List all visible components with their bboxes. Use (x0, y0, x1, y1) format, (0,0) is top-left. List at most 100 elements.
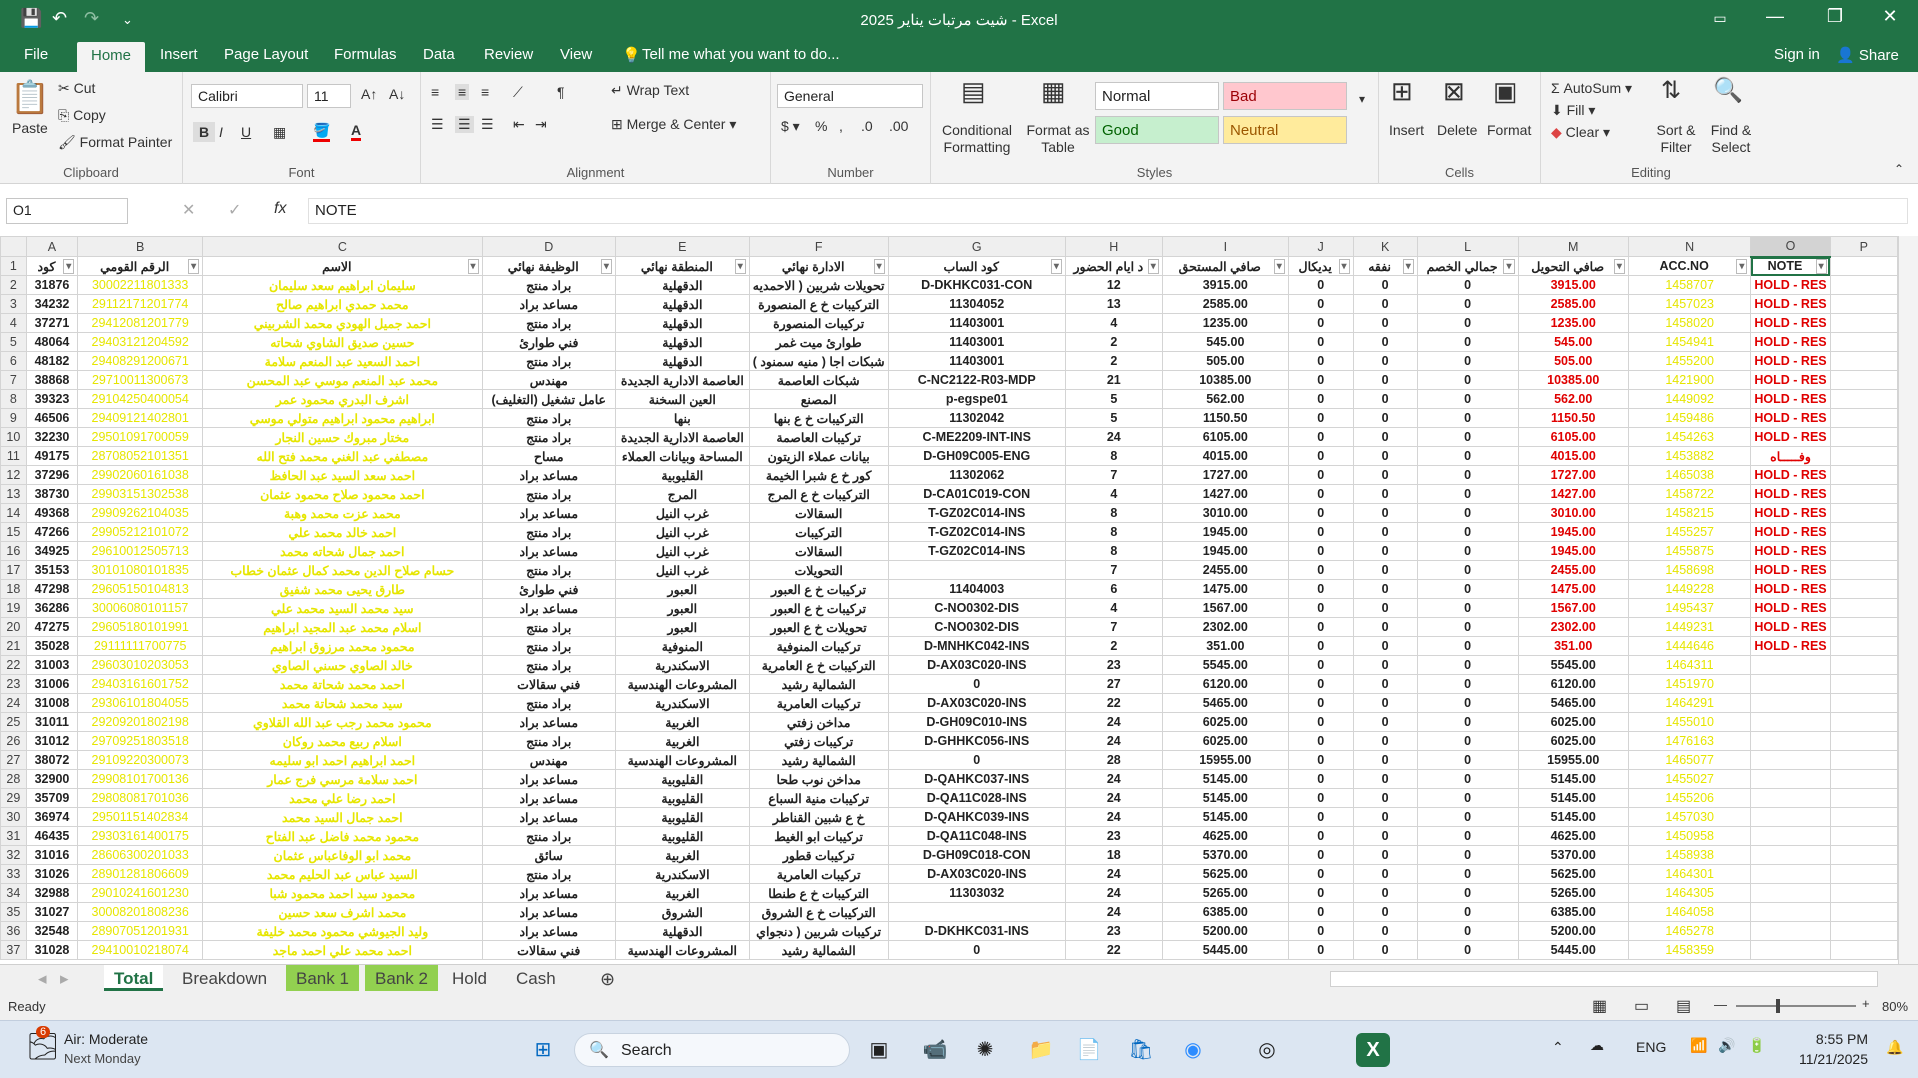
cell[interactable]: 1567.00 (1517, 598, 1629, 618)
cell[interactable]: 0 (1287, 864, 1354, 884)
cell[interactable]: 1451970 (1627, 674, 1752, 694)
cell[interactable]: العين السخنة (614, 389, 750, 409)
cell[interactable]: 22 (1064, 940, 1163, 960)
cell[interactable]: 29808081701036 (77, 788, 204, 808)
cell[interactable]: 0 (1352, 750, 1418, 770)
cell[interactable]: 1449092 (1627, 389, 1752, 409)
cell[interactable]: براد منتج (481, 484, 616, 504)
cell[interactable]: C-NO0302-DIS (887, 617, 1066, 637)
cell[interactable]: 1945.00 (1161, 522, 1289, 542)
cell[interactable]: 6 (1064, 579, 1163, 599)
cell[interactable]: 1455875 (1627, 541, 1752, 561)
cell[interactable] (1829, 712, 1898, 732)
cell[interactable]: 30002211801333 (77, 275, 204, 295)
find-select-button[interactable]: Find & Select (1703, 122, 1759, 156)
cell[interactable]: 8 (1064, 541, 1163, 561)
cell[interactable]: 11304052 (887, 294, 1066, 314)
number-format-select[interactable]: General (777, 84, 923, 108)
row-number[interactable]: 29 (0, 788, 27, 808)
cell[interactable]: احمد محمد شحاتة محمد (202, 674, 483, 694)
cell[interactable]: 0 (1352, 313, 1418, 333)
conditional-formatting-icon[interactable]: ▤ (961, 76, 986, 107)
cell[interactable]: القليوبية (614, 826, 750, 846)
cell[interactable]: الغربية (614, 712, 750, 732)
cell[interactable]: 24 (1064, 788, 1163, 808)
cell[interactable]: D-QAHKC037-INS (887, 769, 1066, 789)
cell[interactable]: 38072 (25, 750, 79, 770)
cell[interactable]: 32988 (25, 883, 79, 903)
cell[interactable]: 0 (1352, 769, 1418, 789)
cell[interactable]: براد منتج (481, 693, 616, 713)
cell[interactable]: 0 (1416, 826, 1519, 846)
cell[interactable]: 0 (1352, 636, 1418, 656)
cell[interactable]: التركيبات خ ع المنصورة (748, 294, 889, 314)
cell[interactable]: 39323 (25, 389, 79, 409)
cell[interactable]: مساعد براد (481, 769, 616, 789)
tab-page-layout[interactable]: Page Layout (224, 46, 308, 63)
cell[interactable]: T-GZ02C014-INS (887, 503, 1066, 523)
cell[interactable]: 0 (1416, 845, 1519, 865)
sheet-tab-breakdown[interactable]: Breakdown (172, 965, 277, 991)
cell[interactable]: 0 (1416, 655, 1519, 675)
cell[interactable] (1750, 655, 1831, 675)
cell[interactable]: HOLD - RES (1750, 389, 1831, 409)
cell[interactable]: 0 (1287, 750, 1354, 770)
cell[interactable]: 47266 (25, 522, 79, 542)
cell[interactable]: 0 (887, 750, 1066, 770)
wrap-text-button[interactable]: ↵ Wrap Text (611, 82, 689, 99)
cell[interactable] (1829, 921, 1898, 941)
name-box[interactable]: O1 (6, 198, 128, 224)
cell[interactable]: الدقهلية (614, 294, 750, 314)
cell[interactable]: 0 (1352, 427, 1418, 447)
cell[interactable]: 1458215 (1627, 503, 1752, 523)
cell[interactable]: 21 (1064, 370, 1163, 390)
tab-home[interactable]: Home (77, 42, 146, 72)
column-header[interactable]: J (1287, 236, 1354, 257)
cell[interactable]: 24 (1064, 864, 1163, 884)
cell[interactable]: 49368 (25, 503, 79, 523)
cell[interactable]: 6385.00 (1161, 902, 1289, 922)
row-number[interactable]: 31 (0, 826, 27, 846)
sheet-tab-bank2[interactable]: Bank 2 (365, 965, 438, 991)
cell[interactable]: D-AX03C020-INS (887, 864, 1066, 884)
notifications-icon[interactable]: 🔔 (1886, 1039, 1903, 1056)
sheet-tab-total[interactable]: Total (104, 965, 164, 991)
cell[interactable]: اشرف البدري محمود عمر (202, 389, 483, 409)
cell[interactable]: 0 (1352, 408, 1418, 428)
cell[interactable]: محمد عبد المنعم موسي عبد المحسن (202, 370, 483, 390)
cell[interactable]: 505.00 (1161, 351, 1289, 371)
cell[interactable]: 0 (1416, 503, 1519, 523)
cell[interactable]: 31012 (25, 731, 79, 751)
cell[interactable]: 30008201808236 (77, 902, 204, 922)
sign-in-link[interactable]: Sign in (1774, 46, 1820, 63)
row-number[interactable]: 13 (0, 484, 27, 504)
row-number[interactable]: 27 (0, 750, 27, 770)
cell[interactable]: 0 (1287, 408, 1354, 428)
cell[interactable]: العبور (614, 598, 750, 618)
tab-review[interactable]: Review (484, 46, 533, 63)
row-number[interactable]: 32 (0, 845, 27, 865)
zoom-out-icon[interactable]: — (1714, 997, 1727, 1012)
cell[interactable]: 0 (1416, 693, 1519, 713)
cell[interactable]: 29010241601230 (77, 883, 204, 903)
currency-icon[interactable]: $ ▾ (781, 118, 800, 135)
cancel-icon[interactable]: ✕ (182, 200, 195, 220)
column-title[interactable]: الوظيفة نهائي ▾ (481, 256, 616, 276)
row-number[interactable]: 2 (0, 275, 27, 295)
cell[interactable]: براد منتج (481, 560, 616, 580)
next-sheet-icon[interactable]: ▸ (50, 965, 79, 991)
page-break-view-icon[interactable]: ▤ (1676, 996, 1691, 1016)
cell[interactable]: مهندس (481, 750, 616, 770)
cell[interactable]: 29109220300073 (77, 750, 204, 770)
cell[interactable]: 24 (1064, 807, 1163, 827)
cell[interactable]: 1475.00 (1161, 579, 1289, 599)
style-good[interactable]: Good (1095, 116, 1219, 144)
cell[interactable]: مساعد براد (481, 883, 616, 903)
cell[interactable]: 7 (1064, 560, 1163, 580)
filter-dropdown-icon[interactable]: ▾ (1273, 258, 1285, 274)
cell[interactable]: 3010.00 (1161, 503, 1289, 523)
cell[interactable]: 5465.00 (1161, 693, 1289, 713)
row-number[interactable]: 9 (0, 408, 27, 428)
weather-text[interactable]: Air: Moderate (64, 1031, 148, 1047)
cell[interactable]: التحويلات (748, 560, 889, 580)
